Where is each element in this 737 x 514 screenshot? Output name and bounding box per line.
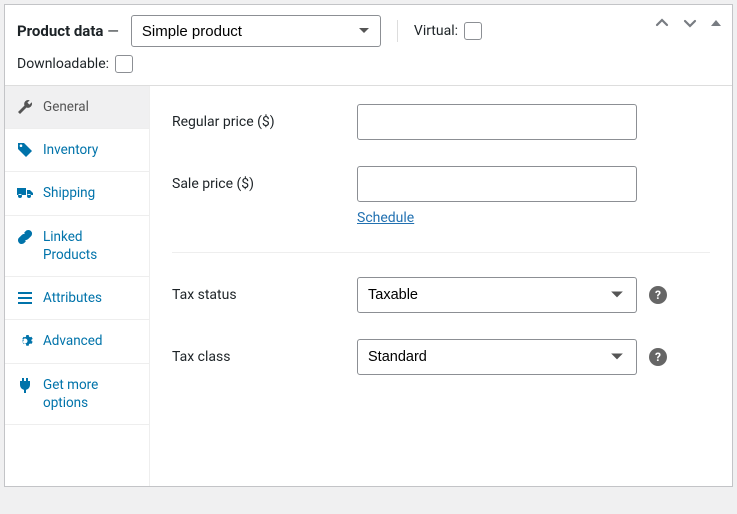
sale-price-input[interactable] bbox=[357, 166, 637, 202]
chevron-down-icon[interactable] bbox=[682, 15, 698, 31]
tax-class-select[interactable]: Standard bbox=[357, 339, 637, 375]
sale-price-label: Sale price ($) bbox=[172, 176, 357, 192]
header-actions bbox=[654, 15, 722, 31]
link-icon bbox=[17, 229, 33, 245]
dash: — bbox=[107, 22, 119, 40]
help-icon[interactable]: ? bbox=[649, 348, 667, 366]
separator bbox=[397, 20, 398, 42]
help-icon[interactable]: ? bbox=[649, 286, 667, 304]
tax-status-label: Tax status bbox=[172, 287, 357, 303]
product-type-select[interactable]: Simple product bbox=[131, 15, 381, 47]
collapse-icon[interactable] bbox=[710, 17, 722, 29]
tab-shipping[interactable]: Shipping bbox=[5, 172, 149, 215]
downloadable-field: Downloadable: bbox=[17, 55, 720, 73]
tab-label: Attributes bbox=[43, 289, 139, 307]
plug-icon bbox=[17, 377, 33, 393]
tab-general[interactable]: General bbox=[5, 86, 149, 129]
tab-label: Advanced bbox=[43, 332, 139, 350]
panel-header: Product data — Simple product Virtual: D… bbox=[5, 5, 732, 86]
product-data-panel: Product data — Simple product Virtual: D… bbox=[4, 4, 733, 487]
regular-price-input[interactable] bbox=[357, 104, 637, 140]
tab-label: Shipping bbox=[43, 184, 139, 202]
tax-class-row: Tax class Standard ? bbox=[172, 339, 710, 375]
sale-price-row: Sale price ($) bbox=[172, 166, 710, 202]
chevron-up-icon[interactable] bbox=[654, 15, 670, 31]
wrench-icon bbox=[17, 99, 33, 115]
gear-icon bbox=[17, 333, 33, 349]
tab-advanced[interactable]: Advanced bbox=[5, 320, 149, 363]
tab-label: Linked Products bbox=[43, 228, 139, 264]
list-icon bbox=[17, 290, 33, 306]
downloadable-label: Downloadable: bbox=[17, 56, 109, 72]
tab-label: Inventory bbox=[43, 141, 139, 159]
divider bbox=[172, 252, 710, 253]
panel-title: Product data — bbox=[17, 22, 119, 40]
tax-class-label: Tax class bbox=[172, 349, 357, 365]
schedule-row: Schedule bbox=[357, 210, 710, 226]
tab-inventory[interactable]: Inventory bbox=[5, 129, 149, 172]
virtual-checkbox[interactable] bbox=[464, 22, 482, 40]
tab-attributes[interactable]: Attributes bbox=[5, 277, 149, 320]
schedule-link[interactable]: Schedule bbox=[357, 210, 414, 226]
regular-price-label: Regular price ($) bbox=[172, 114, 357, 130]
tag-icon bbox=[17, 142, 33, 158]
virtual-label: Virtual: bbox=[414, 23, 458, 39]
tab-label: Get more options bbox=[43, 376, 139, 412]
virtual-field: Virtual: bbox=[414, 22, 482, 40]
tab-get-more-options[interactable]: Get more options bbox=[5, 364, 149, 425]
panel-body: General Inventory Shipping Linked Produc… bbox=[5, 86, 732, 486]
truck-icon bbox=[17, 185, 33, 201]
regular-price-row: Regular price ($) bbox=[172, 104, 710, 140]
general-tab-content: Regular price ($) Sale price ($) Schedul… bbox=[150, 86, 732, 486]
tab-linked-products[interactable]: Linked Products bbox=[5, 216, 149, 277]
tab-label: General bbox=[43, 98, 139, 116]
tabs-sidebar: General Inventory Shipping Linked Produc… bbox=[5, 86, 150, 486]
panel-title-text: Product data bbox=[17, 22, 103, 40]
tax-status-select[interactable]: Taxable bbox=[357, 277, 637, 313]
downloadable-checkbox[interactable] bbox=[115, 55, 133, 73]
tax-status-row: Tax status Taxable ? bbox=[172, 277, 710, 313]
